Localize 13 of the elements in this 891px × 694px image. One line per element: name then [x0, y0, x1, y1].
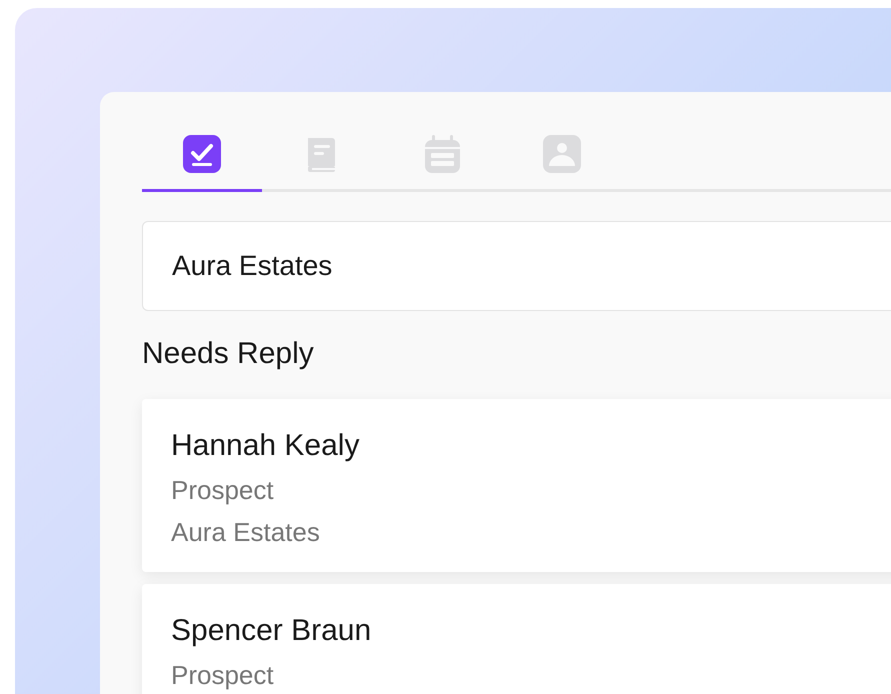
calendar-icon [422, 134, 462, 174]
contact-role: Prospect [171, 659, 275, 692]
contact-name: Spencer Braun [171, 613, 372, 649]
contact-name: Hannah Kealy [171, 428, 360, 464]
section-title: Needs Reply [142, 337, 315, 371]
contact-card[interactable]: Spencer Braun Prospect [142, 584, 891, 694]
contact-card[interactable]: Hannah Kealy Prospect Aura Estates [142, 399, 891, 572]
tab[interactable] [142, 134, 262, 192]
search-field[interactable]: Aura Estates [142, 221, 891, 311]
contact-role: Prospect [171, 474, 275, 507]
checklist-icon [182, 134, 222, 174]
contact-company: Aura Estates [171, 516, 321, 549]
person-icon [542, 134, 582, 174]
